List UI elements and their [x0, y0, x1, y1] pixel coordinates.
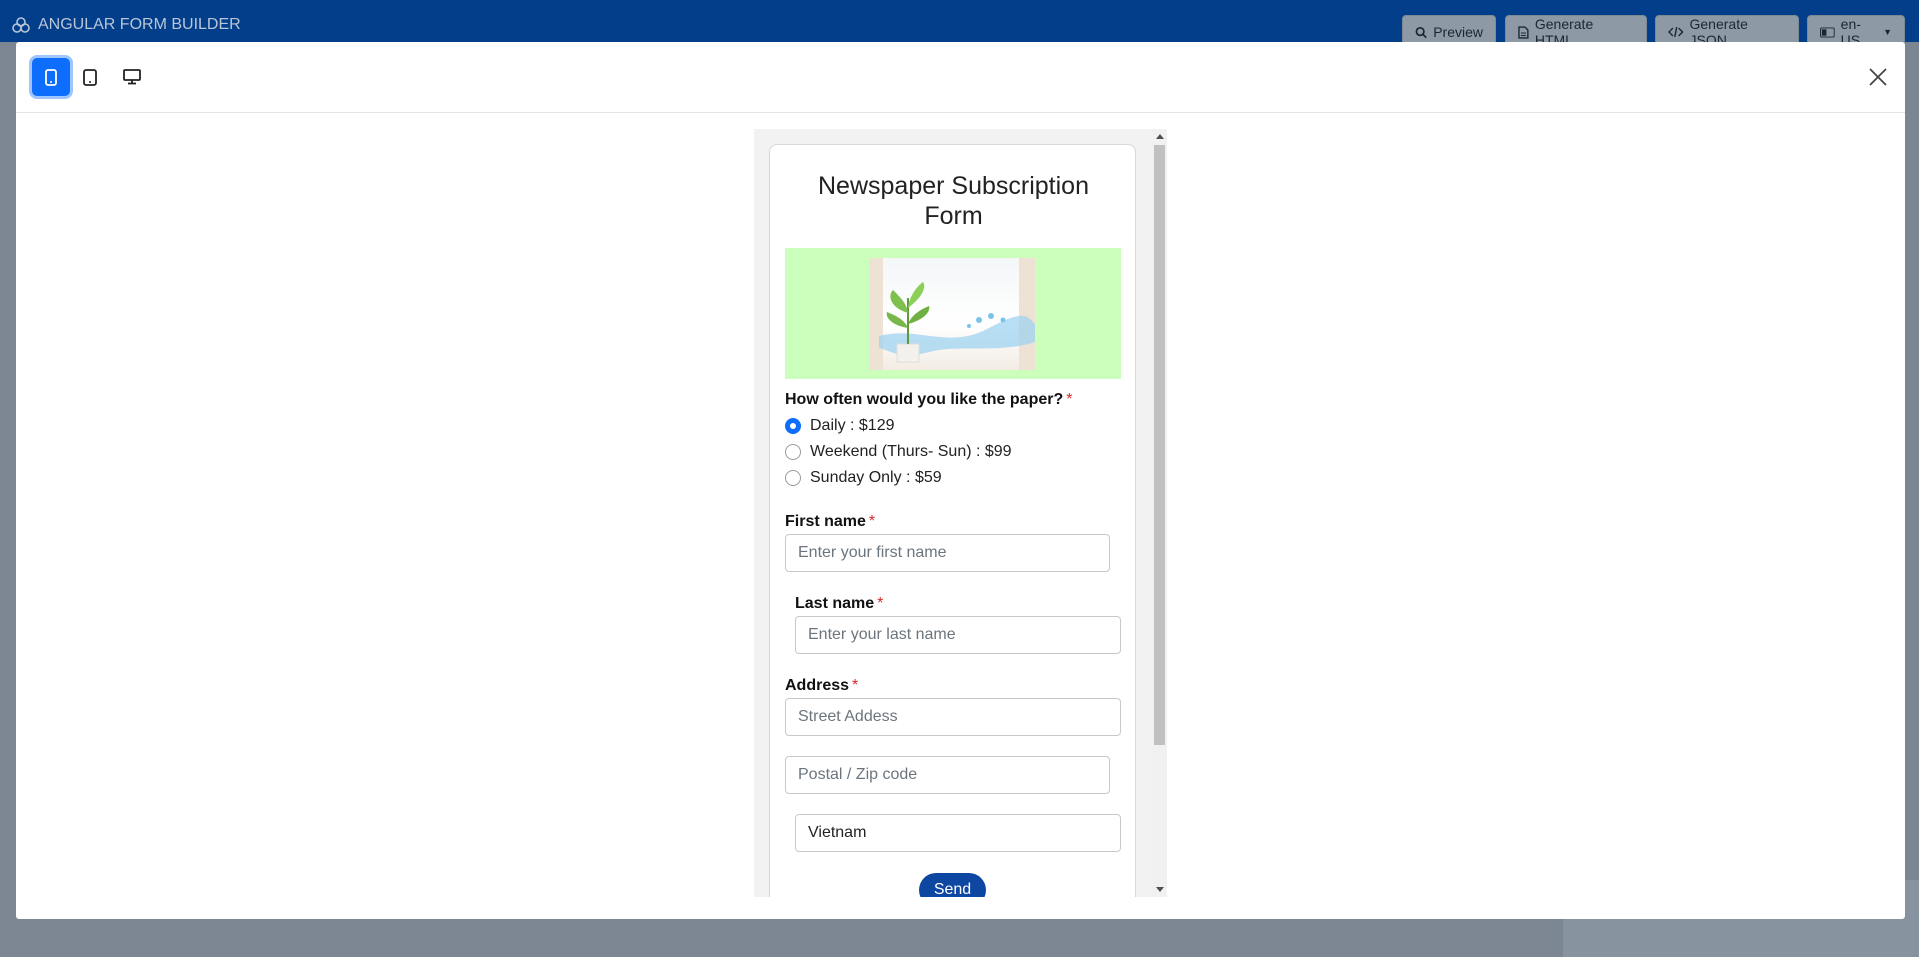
radio-option-daily[interactable]: Daily : $129 — [785, 417, 895, 435]
required-mark: * — [877, 595, 884, 612]
cubes-icon — [12, 17, 30, 33]
caret-down-icon: ▼ — [1883, 27, 1892, 37]
modal-toolbar — [16, 42, 1905, 113]
required-mark: * — [868, 513, 876, 530]
app-brand: ANGULAR FORM BUILDER — [12, 16, 241, 34]
close-icon[interactable] — [1867, 66, 1889, 88]
radio-label-sunday: Sunday Only : $59 — [810, 469, 942, 486]
desktop-view-button[interactable] — [113, 58, 151, 96]
tablet-icon — [83, 68, 97, 86]
radio-label-daily: Daily : $129 — [810, 417, 895, 434]
radio-label-weekend: Weekend (Thurs- Sun) : $99 — [810, 443, 1012, 460]
desktop-icon — [123, 69, 141, 85]
mobile-view-button[interactable] — [32, 58, 70, 96]
radio-button-checked[interactable] — [785, 418, 801, 434]
country-input[interactable] — [795, 814, 1121, 852]
preview-scrollbar[interactable] — [1152, 129, 1167, 897]
language-icon — [1820, 26, 1835, 38]
form-title: Newspaper Subscription Form — [818, 172, 1089, 230]
mobile-preview-frame: Newspaper Subscription Form How often wo… — [754, 129, 1167, 897]
street-address-input[interactable] — [785, 698, 1121, 736]
first-name-input[interactable] — [785, 534, 1110, 572]
code-icon — [1668, 27, 1684, 37]
scroll-down-icon[interactable] — [1156, 887, 1164, 892]
address-label: Address * — [785, 677, 859, 694]
search-icon — [1415, 26, 1427, 38]
app-title: ANGULAR FORM BUILDER — [38, 16, 241, 33]
radio-option-weekend[interactable]: Weekend (Thurs- Sun) : $99 — [785, 443, 1012, 461]
plant-illustration-icon — [869, 258, 1035, 370]
form-image-container — [785, 248, 1121, 379]
preview-button-label: Preview — [1433, 24, 1483, 40]
scroll-up-icon[interactable] — [1156, 134, 1164, 139]
plant-image — [869, 258, 1035, 370]
send-button[interactable]: Send — [919, 873, 986, 897]
last-name-label: Last name * — [795, 595, 884, 612]
required-mark: * — [1066, 391, 1073, 408]
preview-modal: Newspaper Subscription Form How often wo… — [16, 42, 1905, 919]
last-name-input[interactable] — [795, 616, 1121, 654]
mobile-icon — [45, 68, 57, 86]
radio-button[interactable] — [785, 470, 801, 486]
frequency-question-label: How often would you like the paper? * — [785, 391, 1073, 408]
tablet-view-button[interactable] — [71, 58, 109, 96]
file-icon — [1518, 25, 1529, 39]
zip-code-input[interactable] — [785, 756, 1110, 794]
radio-button[interactable] — [785, 444, 801, 460]
scroll-thumb[interactable] — [1154, 145, 1165, 745]
app-header: ANGULAR FORM BUILDER Preview Generate HT… — [0, 0, 1919, 49]
required-mark: * — [852, 677, 859, 694]
first-name-label: First name * — [785, 513, 876, 530]
radio-option-sunday[interactable]: Sunday Only : $59 — [785, 469, 942, 487]
form-card: Newspaper Subscription Form How often wo… — [769, 144, 1136, 897]
